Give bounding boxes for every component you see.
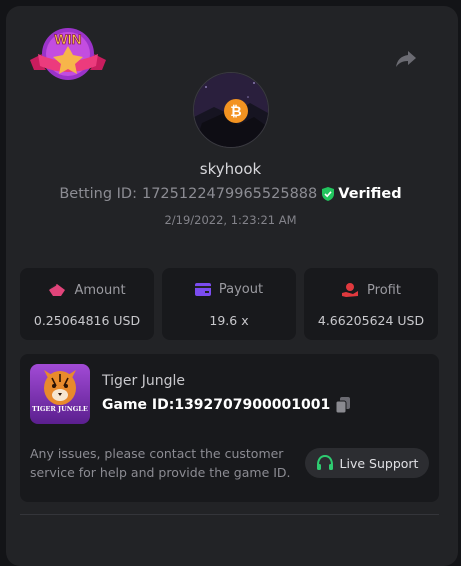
stat-payout-label: Payout bbox=[218, 282, 264, 297]
stat-amount: Amount 0.25064816 USD bbox=[20, 268, 154, 340]
betting-id-value: 1725122479965525888 bbox=[141, 186, 318, 202]
stat-amount-value: 0.25064816 USD bbox=[33, 313, 141, 328]
shield-check-icon bbox=[322, 187, 335, 201]
live-support-button[interactable]: Live Support bbox=[305, 448, 429, 478]
hand-coin-icon bbox=[342, 283, 359, 297]
share-icon[interactable] bbox=[394, 48, 418, 70]
copy-icon[interactable] bbox=[336, 397, 351, 413]
game-id-label: Game ID: bbox=[102, 397, 175, 413]
game-thumbnail[interactable]: TIGER JUNGLE bbox=[30, 364, 90, 424]
game-panel: TIGER JUNGLE Tiger Jungle Game ID:139270… bbox=[20, 354, 439, 502]
avatar: ₿ bbox=[193, 72, 269, 148]
svg-text:₿: ₿ bbox=[230, 104, 241, 120]
stat-payout-value: 19.6 x bbox=[209, 313, 249, 328]
stat-payout: Payout 19.6 x bbox=[162, 268, 296, 340]
stat-profit: Profit 4.66205624 USD bbox=[304, 268, 438, 340]
wallet-icon bbox=[194, 283, 211, 296]
betting-id-row: Betting ID: 1725122479965525888 Verified bbox=[0, 186, 461, 202]
live-support-label: Live Support bbox=[339, 455, 419, 471]
stat-profit-value: 4.66205624 USD bbox=[317, 313, 425, 328]
coins-icon bbox=[49, 284, 66, 296]
username: skyhook bbox=[199, 160, 262, 178]
game-thumb-title: TIGER JUNGLE bbox=[32, 405, 88, 413]
betting-id-label: Betting ID: bbox=[59, 186, 137, 202]
verified-label: Verified bbox=[338, 186, 402, 202]
game-id-value: 1392707900001001 bbox=[174, 397, 331, 413]
game-id-row: Game ID:1392707900001001 bbox=[102, 397, 351, 413]
stat-profit-label: Profit bbox=[367, 282, 401, 298]
verified-badge: Verified bbox=[322, 186, 402, 202]
headset-icon bbox=[316, 455, 333, 470]
stat-amount-label: Amount bbox=[74, 282, 126, 298]
win-badge-icon: WIN bbox=[28, 24, 108, 84]
svg-text:WIN: WIN bbox=[54, 31, 81, 47]
support-message: Any issues, please contact the customer … bbox=[30, 446, 291, 480]
bet-datetime: 2/19/2022, 1:23:21 AM bbox=[164, 213, 297, 227]
divider bbox=[20, 514, 439, 515]
game-name: Tiger Jungle bbox=[102, 373, 185, 389]
